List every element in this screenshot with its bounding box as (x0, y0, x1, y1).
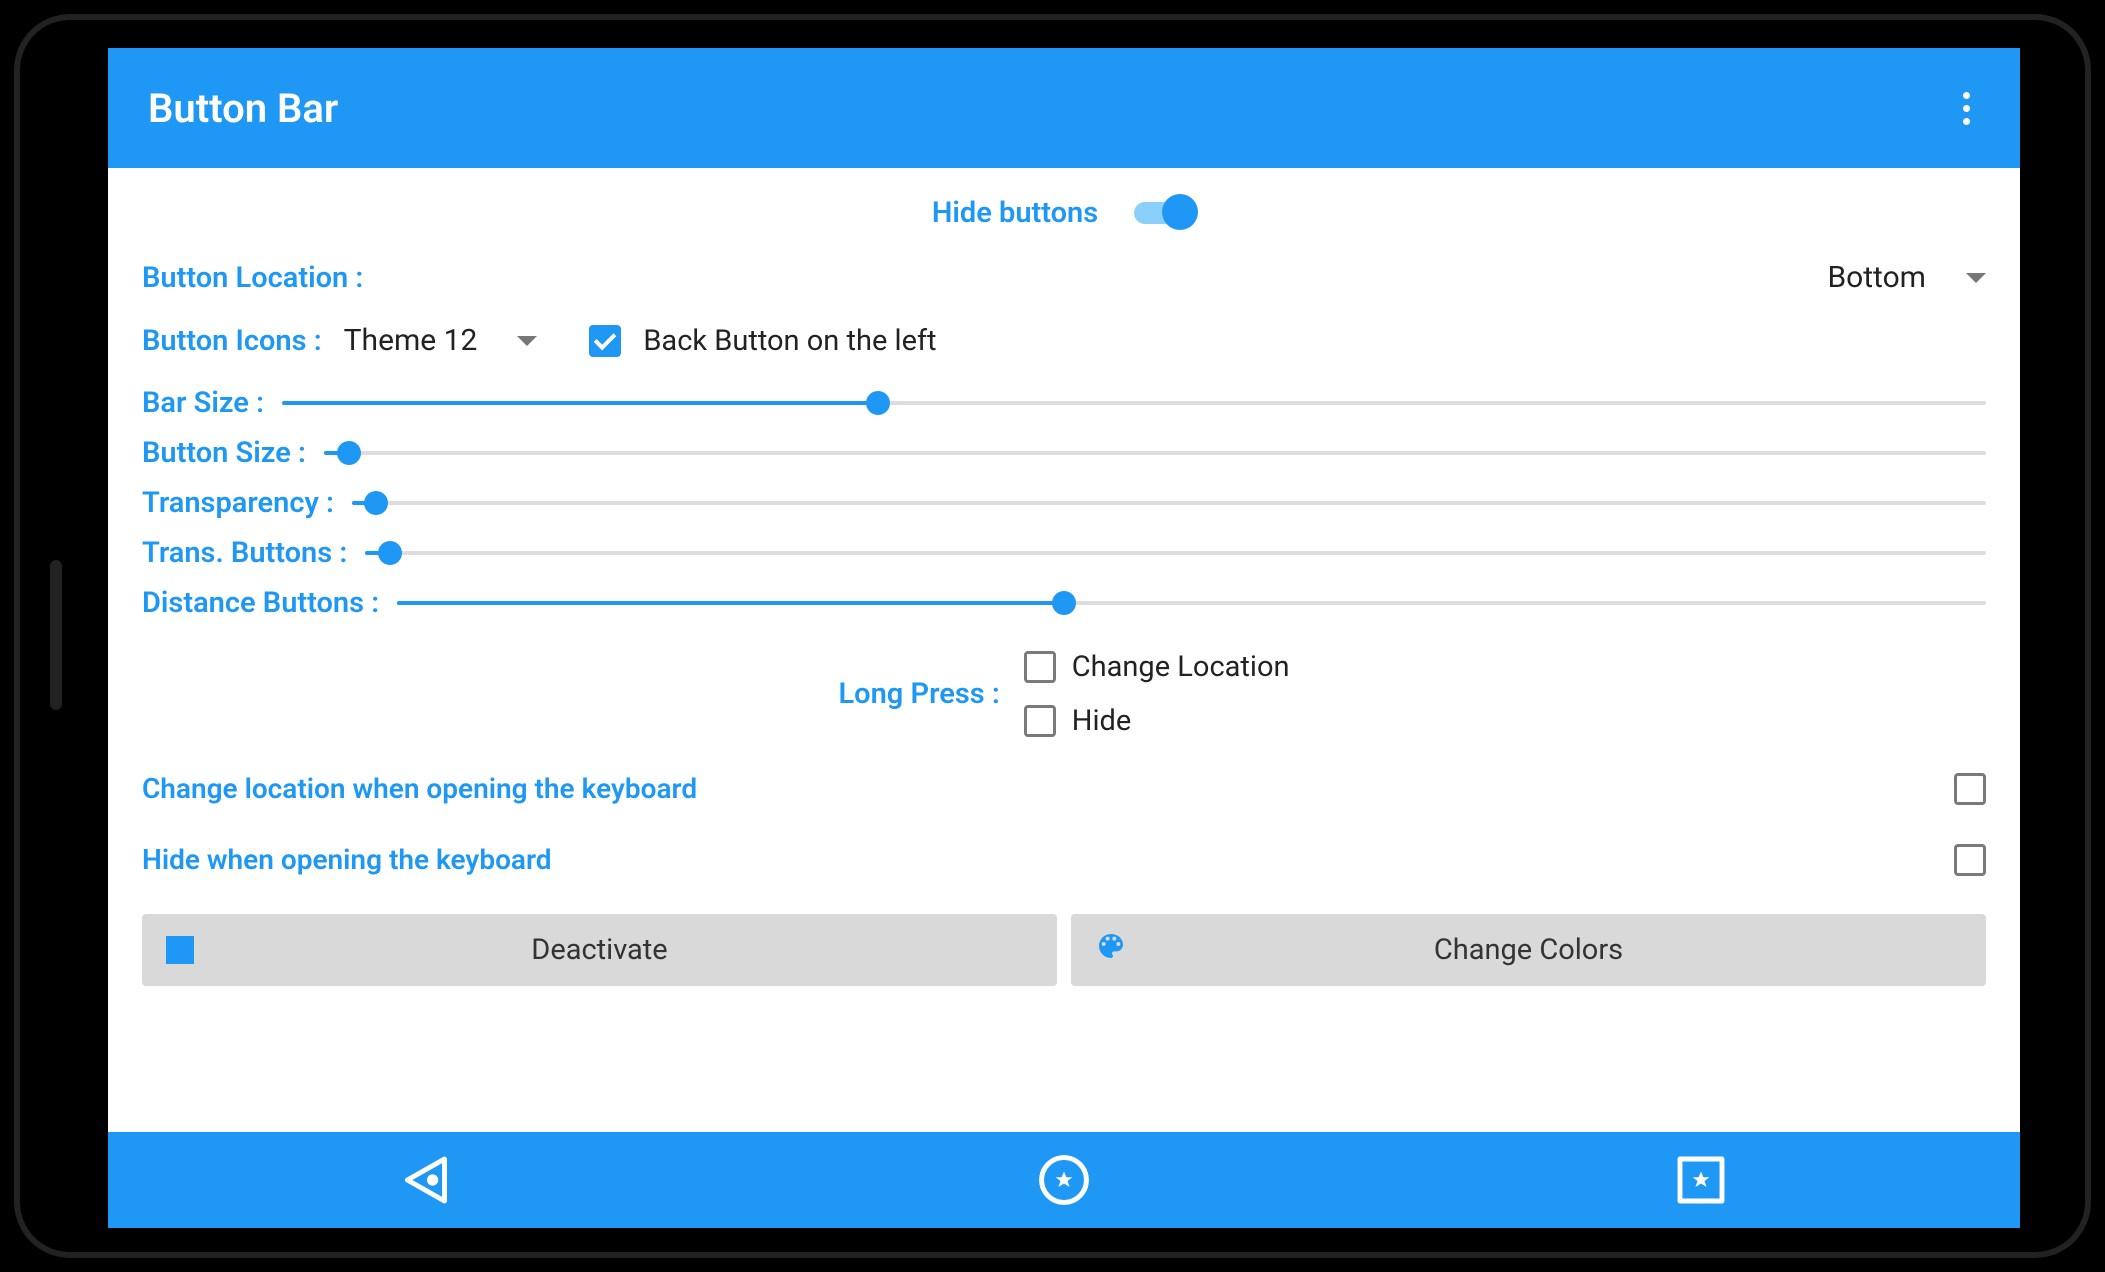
change-colors-button-label: Change Colors (1071, 933, 1986, 967)
back-button-left-label: Back Button on the left (643, 324, 936, 358)
page-title: Button Bar (148, 85, 1942, 132)
caret-down-icon (1966, 273, 1986, 283)
long-press-label: Long Press : (838, 677, 999, 711)
long-press-change-location-checkbox[interactable] (1024, 651, 1056, 683)
more-vert-icon[interactable] (1942, 84, 1990, 132)
nav-back-button[interactable] (108, 1132, 745, 1228)
speaker-grill (50, 560, 62, 710)
keyboard-change-location-checkbox[interactable] (1954, 773, 1986, 805)
nav-recents-button[interactable] (1383, 1132, 2020, 1228)
stop-icon (166, 936, 194, 964)
long-press-change-location-label: Change Location (1072, 650, 1290, 684)
distance-buttons-slider[interactable] (397, 588, 1986, 618)
transparency-slider[interactable] (352, 488, 1986, 518)
button-size-label: Button Size : (142, 436, 306, 470)
nav-home-icon (1029, 1145, 1099, 1215)
nav-bar (108, 1132, 2020, 1228)
content-area: Hide buttons Button Location : Bottom Bu… (108, 168, 2020, 1006)
button-icons-dropdown[interactable]: Theme 12 (344, 323, 538, 358)
button-location-value: Bottom (1827, 260, 1926, 295)
nav-home-button[interactable] (745, 1132, 1382, 1228)
button-location-dropdown[interactable]: Bottom (1827, 260, 1986, 295)
button-location-label: Button Location : (142, 261, 1827, 295)
long-press-hide-checkbox[interactable] (1024, 705, 1056, 737)
button-size-slider[interactable] (324, 438, 1986, 468)
keyboard-hide-label: Hide when opening the keyboard (142, 843, 1954, 876)
palette-icon (1095, 930, 1127, 970)
deactivate-button[interactable]: Deactivate (142, 914, 1057, 986)
app-bar: Button Bar (108, 48, 2020, 168)
bar-size-slider[interactable] (282, 388, 1986, 418)
toggle-knob (1162, 194, 1198, 230)
long-press-hide-label: Hide (1072, 704, 1131, 738)
deactivate-button-label: Deactivate (142, 933, 1057, 967)
hide-buttons-label: Hide buttons (932, 196, 1098, 230)
trans-buttons-label: Trans. Buttons : (142, 536, 347, 570)
nav-back-icon (392, 1145, 462, 1215)
bar-size-label: Bar Size : (142, 386, 264, 420)
caret-down-icon (517, 336, 537, 346)
button-icons-label: Button Icons : (142, 324, 322, 358)
back-button-left-checkbox[interactable] (589, 325, 621, 357)
nav-recents-icon (1666, 1145, 1736, 1215)
transparency-label: Transparency : (142, 486, 334, 520)
hide-buttons-toggle[interactable] (1134, 202, 1196, 224)
screen: Button Bar Hide buttons Button Location … (108, 48, 2020, 1228)
change-colors-button[interactable]: Change Colors (1071, 914, 1986, 986)
keyboard-hide-checkbox[interactable] (1954, 844, 1986, 876)
distance-buttons-label: Distance Buttons : (142, 586, 379, 620)
trans-buttons-slider[interactable] (365, 538, 1986, 568)
tablet-frame: Button Bar Hide buttons Button Location … (20, 20, 2085, 1252)
keyboard-change-location-label: Change location when opening the keyboar… (142, 772, 1954, 805)
button-icons-value: Theme 12 (344, 323, 478, 358)
